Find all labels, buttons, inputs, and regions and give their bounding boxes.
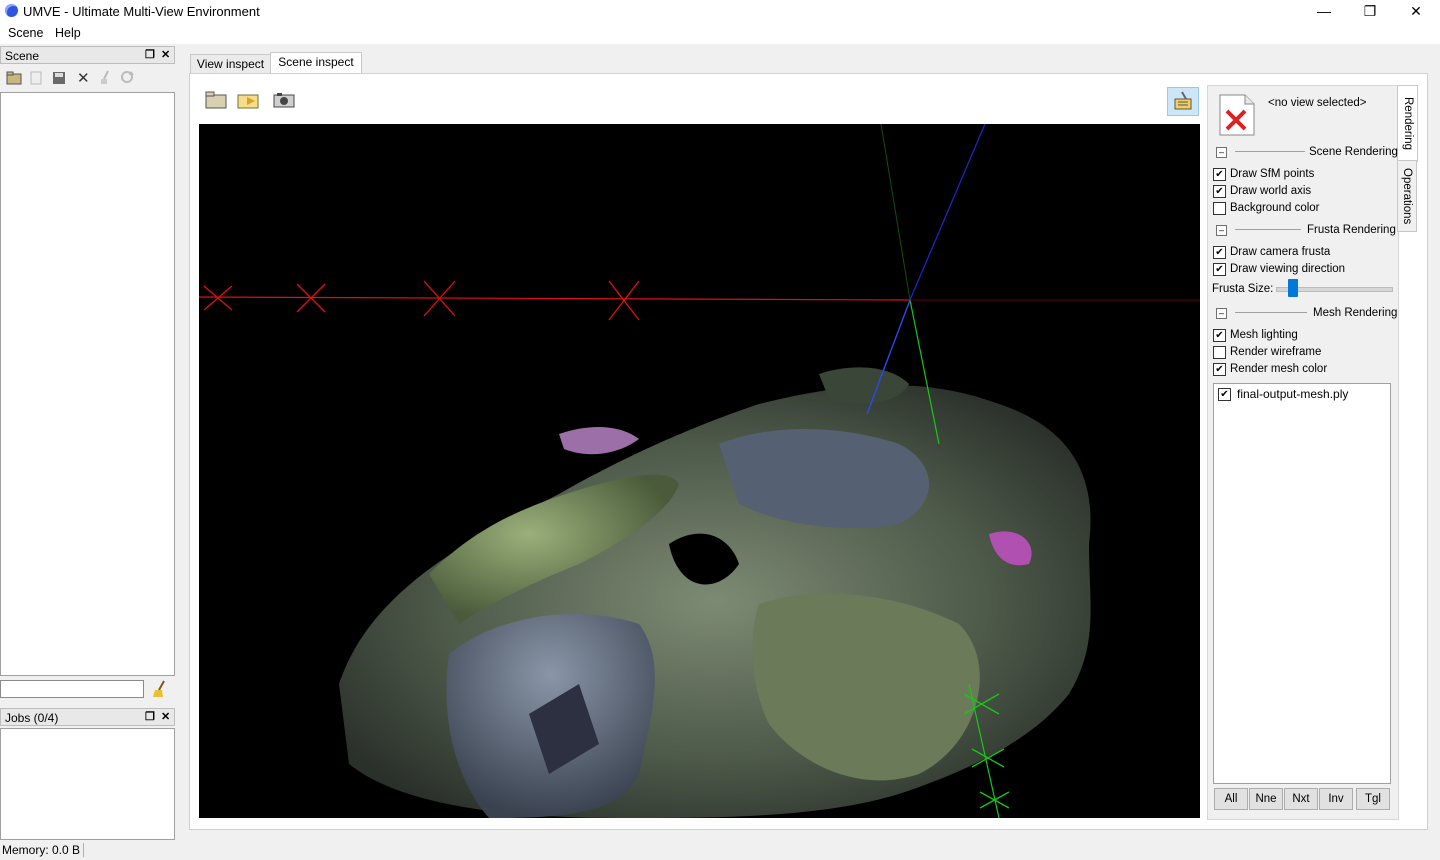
mesh-rendering-title: Mesh Rendering <box>1313 307 1398 319</box>
refresh-icon[interactable] <box>120 70 135 85</box>
checkbox-render-mesh-color[interactable]: ✔ <box>1213 363 1226 376</box>
scene-rendering-title: Scene Rendering <box>1309 146 1398 158</box>
checkbox-mesh-lighting[interactable]: ✔ <box>1213 329 1226 342</box>
world-x-axis <box>199 280 1200 321</box>
new-document-icon[interactable] <box>29 71 43 85</box>
tab-scene-inspect[interactable]: Scene inspect <box>270 52 362 74</box>
select-all-button[interactable]: All <box>1214 788 1248 810</box>
no-view-document-icon <box>1219 94 1255 136</box>
world-z-axis <box>866 124 986 415</box>
section-divider <box>1235 312 1307 313</box>
title-bar: UMVE - Ultimate Multi-View Environment —… <box>0 0 1440 24</box>
scene-toolbar: ✕ <box>0 66 175 90</box>
collapse-frusta-rendering[interactable]: – <box>1216 225 1227 236</box>
clean-icon[interactable] <box>99 70 111 85</box>
menu-bar <box>0 24 1440 44</box>
label-render-wireframe: Render wireframe <box>1230 346 1322 358</box>
collapse-mesh-rendering[interactable]: – <box>1216 308 1227 319</box>
select-next-button[interactable]: Nxt <box>1284 788 1318 810</box>
restore-icon[interactable]: ❐ <box>1347 0 1393 24</box>
label-draw-sfm-points: Draw SfM points <box>1230 168 1315 180</box>
dock-float-icon[interactable]: ❐ <box>145 48 155 61</box>
menu-help[interactable]: Help <box>55 26 81 40</box>
load-scene-icon[interactable] <box>205 90 227 110</box>
vtab-operations[interactable]: Operations <box>1397 160 1417 232</box>
label-mesh-lighting: Mesh lighting <box>1230 329 1298 341</box>
mesh-list[interactable] <box>1213 383 1391 784</box>
close-icon[interactable]: ✕ <box>1393 0 1439 24</box>
dock-close-icon[interactable]: ✕ <box>161 48 170 61</box>
scene-filter-input[interactable] <box>0 680 144 698</box>
vtab-rendering[interactable]: Rendering <box>1397 85 1418 162</box>
reload-scene-icon[interactable] <box>237 90 259 110</box>
memory-status: Memory: 0.0 B <box>2 843 85 857</box>
details-icon <box>1174 91 1192 110</box>
window-title: UMVE - Ultimate Multi-View Environment <box>23 4 260 19</box>
mesh-list-item-label[interactable]: final-output-mesh.ply <box>1237 387 1348 401</box>
label-draw-viewing-direction: Draw viewing direction <box>1230 263 1346 275</box>
label-draw-world-axis: Draw world axis <box>1230 185 1312 197</box>
jobs-dock-titlebar: Jobs (0/4) ❐ ✕ <box>0 708 175 726</box>
section-divider <box>1235 151 1305 152</box>
minimize-icon[interactable]: — <box>1301 0 1347 24</box>
tab-view-inspect[interactable]: View inspect <box>190 54 271 74</box>
frusta-size-label: Frusta Size: <box>1212 283 1274 295</box>
scene-dock-titlebar: Scene ❐ ✕ <box>0 46 175 64</box>
checkbox-render-wireframe[interactable] <box>1213 346 1226 359</box>
menu-scene[interactable]: Scene <box>8 26 43 40</box>
frusta-size-slider-thumb[interactable] <box>1288 279 1299 297</box>
toggle-selection-button[interactable]: Tgl <box>1356 788 1390 810</box>
scene-render <box>199 124 1200 818</box>
save-icon[interactable] <box>52 71 66 85</box>
invert-selection-button[interactable]: Inv <box>1319 788 1353 810</box>
close-scene-icon[interactable]: ✕ <box>77 69 90 87</box>
clear-filter-broom-icon[interactable] <box>152 680 166 698</box>
details-toggle-button[interactable] <box>1167 87 1199 116</box>
frusta-rendering-title: Frusta Rendering <box>1307 224 1396 236</box>
section-divider <box>1235 229 1301 230</box>
scene-3d-viewport[interactable] <box>199 124 1200 818</box>
select-none-button[interactable]: Nne <box>1249 788 1283 810</box>
screenshot-camera-icon[interactable] <box>273 92 295 108</box>
checkbox-draw-world-axis[interactable]: ✔ <box>1213 185 1226 198</box>
jobs-list[interactable] <box>0 728 175 840</box>
checkbox-background-color[interactable] <box>1213 202 1226 215</box>
collapse-scene-rendering[interactable]: – <box>1216 147 1227 158</box>
scene-dock-title: Scene <box>5 49 40 63</box>
scene-tree[interactable] <box>0 92 175 676</box>
label-render-mesh-color: Render mesh color <box>1230 363 1328 375</box>
jobs-dock-title: Jobs (0/4) <box>5 711 59 725</box>
app-icon <box>5 4 18 17</box>
checkbox-draw-viewing-direction[interactable]: ✔ <box>1213 263 1226 276</box>
jobs-float-icon[interactable]: ❐ <box>145 710 155 723</box>
mesh-surface <box>339 367 1091 818</box>
checkbox-draw-sfm-points[interactable]: ✔ <box>1213 168 1226 181</box>
jobs-close-icon[interactable]: ✕ <box>161 710 170 723</box>
no-view-label: <no view selected> <box>1268 97 1367 109</box>
checkbox-mesh-item[interactable]: ✔ <box>1218 388 1231 401</box>
label-background-color: Background color <box>1230 202 1320 214</box>
checkbox-draw-camera-frusta[interactable]: ✔ <box>1213 246 1226 259</box>
open-folder-icon[interactable] <box>6 71 22 85</box>
label-draw-camera-frusta: Draw camera frusta <box>1230 246 1331 258</box>
